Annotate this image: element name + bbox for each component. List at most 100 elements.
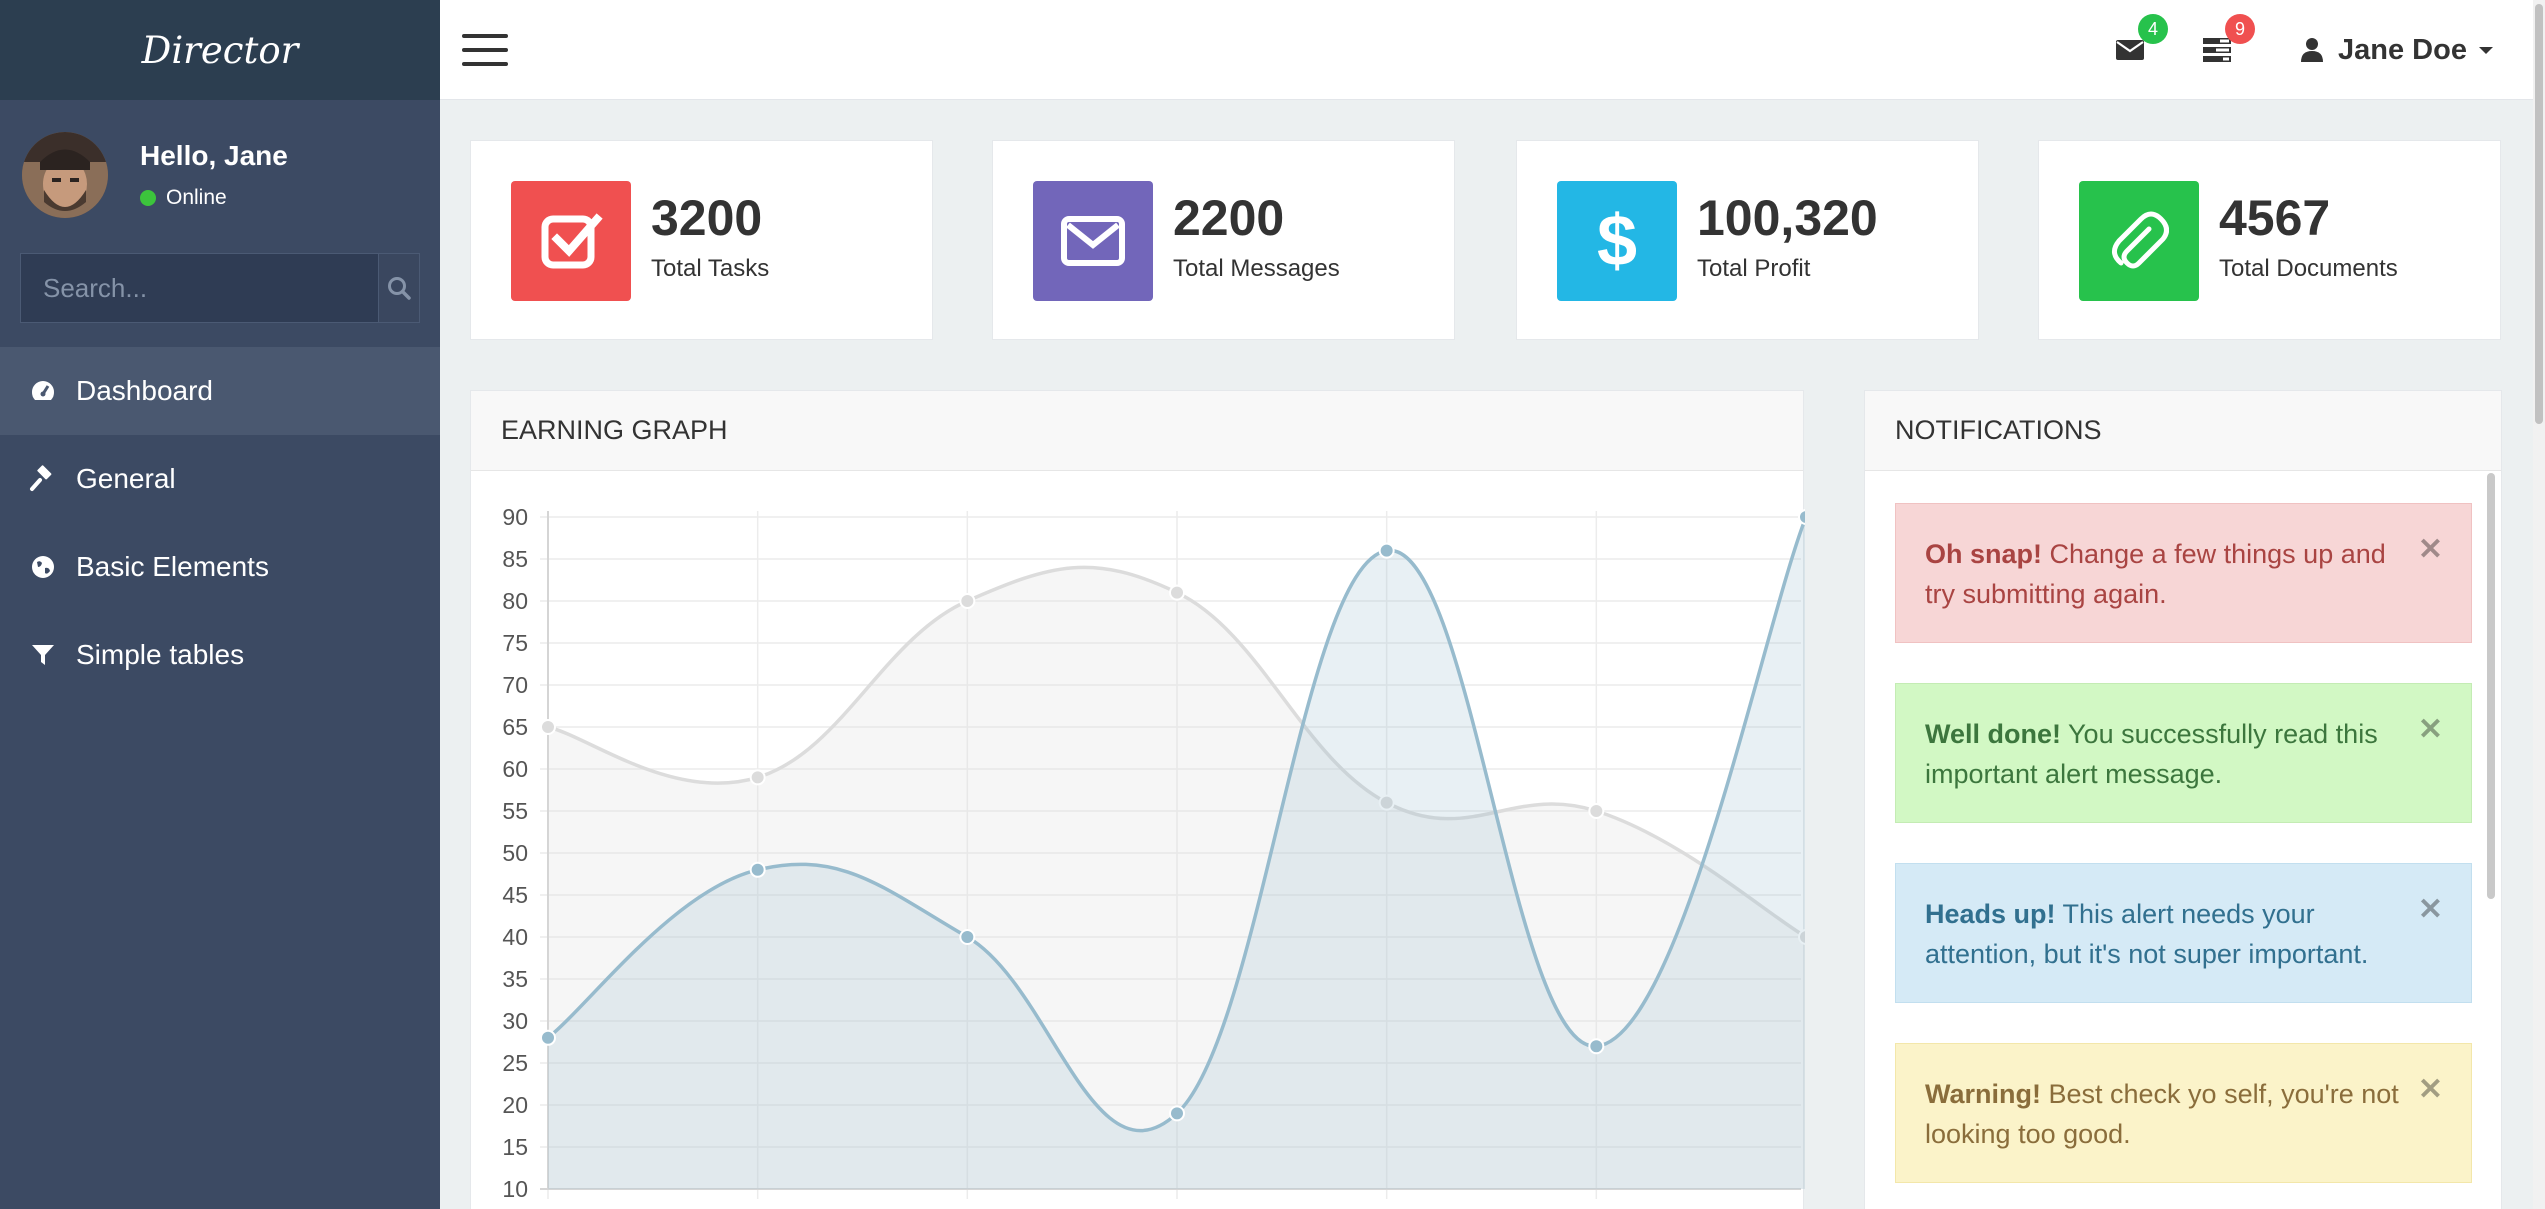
globe-icon bbox=[28, 552, 58, 582]
data-point bbox=[959, 929, 976, 945]
data-point bbox=[1798, 509, 1805, 525]
y-tick-label: 25 bbox=[502, 1050, 528, 1076]
dashboard-icon bbox=[28, 376, 58, 406]
messages-badge: 4 bbox=[2138, 14, 2168, 44]
y-tick-label: 70 bbox=[502, 672, 528, 698]
sidebar-nav: Dashboard General Basic Elements Simple … bbox=[0, 347, 440, 699]
brand-name: Director bbox=[141, 28, 299, 72]
messages-button[interactable]: 4 bbox=[2110, 14, 2168, 70]
panel-title: NOTIFICATIONS bbox=[1865, 391, 2501, 471]
online-status-icon bbox=[140, 190, 156, 206]
menu-toggle-button[interactable] bbox=[462, 34, 508, 66]
data-point bbox=[1169, 584, 1185, 601]
stat-icon-container bbox=[2079, 181, 2199, 301]
user-menu-dropdown[interactable]: Jane Doe bbox=[2300, 30, 2495, 70]
stat-value: 2200 bbox=[1173, 190, 1285, 246]
dollar-icon: $ bbox=[1597, 205, 1637, 277]
stat-box-total-tasks: 3200 Total Tasks bbox=[470, 140, 933, 340]
stat-box-total-documents: 4567 Total Documents bbox=[2038, 140, 2501, 340]
close-icon[interactable]: ✕ bbox=[2418, 530, 2443, 570]
data-point bbox=[959, 593, 976, 609]
tasks-button[interactable]: 9 bbox=[2197, 14, 2255, 70]
data-point bbox=[749, 861, 766, 878]
stat-label: Total Messages bbox=[1173, 255, 1340, 282]
sidebar-item-label: Simple tables bbox=[76, 639, 245, 670]
sidebar-item-basic-elements[interactable]: Basic Elements bbox=[0, 523, 440, 611]
tasks-badge: 9 bbox=[2225, 14, 2255, 44]
user-status: Online bbox=[140, 186, 288, 210]
sidebar-item-general[interactable]: General bbox=[0, 435, 440, 523]
search-input[interactable] bbox=[21, 254, 378, 322]
data-point bbox=[540, 1029, 556, 1046]
panel-title: EARNING GRAPH bbox=[471, 391, 1803, 471]
y-tick-label: 50 bbox=[502, 840, 528, 866]
y-tick-label: 85 bbox=[502, 546, 528, 572]
envelope-icon bbox=[1061, 216, 1125, 266]
close-icon[interactable]: ✕ bbox=[2418, 1070, 2443, 1110]
brand-logo[interactable]: Director bbox=[0, 0, 440, 100]
stat-label: Total Documents bbox=[2219, 255, 2398, 282]
user-status-label: Online bbox=[166, 186, 227, 209]
y-tick-label: 90 bbox=[502, 504, 528, 530]
alert-strong: Oh snap! bbox=[1925, 539, 2043, 569]
alert-danger: Oh snap! Change a few things up and try … bbox=[1895, 503, 2472, 643]
earning-graph-panel: EARNING GRAPH 10 15 20 25 30 35 40 45 50 55 60 65 70… bbox=[470, 390, 1805, 1209]
close-icon[interactable]: ✕ bbox=[2418, 890, 2443, 930]
stat-box-total-profit: $ 100,320 Total Profit bbox=[1516, 140, 1979, 340]
search-button[interactable] bbox=[378, 254, 419, 322]
y-tick-label: 35 bbox=[502, 966, 528, 992]
stat-box-total-messages: 2200 Total Messages bbox=[992, 140, 1455, 340]
envelope-icon bbox=[2116, 40, 2144, 60]
alert-strong: Well done! bbox=[1925, 719, 2062, 749]
earning-line-chart: 10 15 20 25 30 35 40 45 50 55 60 65 70 75 80 85 90 bbox=[502, 504, 1805, 1202]
alert-info: Heads up! This alert needs your attentio… bbox=[1895, 863, 2472, 1003]
data-point bbox=[1378, 542, 1395, 559]
notifications-panel: NOTIFICATIONS Oh snap! Change a few thin… bbox=[1864, 390, 2502, 1209]
y-tick-label: 65 bbox=[502, 714, 528, 740]
alert-strong: Heads up! bbox=[1925, 899, 2056, 929]
sidebar-item-simple-tables[interactable]: Simple tables bbox=[0, 611, 440, 699]
sidebar-item-dashboard[interactable]: Dashboard bbox=[0, 347, 440, 435]
sidebar-item-label: Dashboard bbox=[76, 375, 213, 406]
y-tick-label: 20 bbox=[502, 1092, 528, 1118]
filter-icon bbox=[28, 640, 58, 670]
search-icon bbox=[388, 277, 411, 300]
alert-success: Well done! You successfully read this im… bbox=[1895, 683, 2472, 823]
y-tick-label: 75 bbox=[502, 630, 528, 656]
avatar bbox=[22, 132, 108, 218]
data-point bbox=[749, 769, 766, 786]
sidebar-item-label: Basic Elements bbox=[76, 551, 269, 582]
y-tick-label: 40 bbox=[502, 924, 528, 950]
user-greeting: Hello, Jane bbox=[140, 140, 288, 171]
sidebar: Director Hello, Jane Online Search... Da… bbox=[0, 0, 440, 1209]
alert-strong: Warning! bbox=[1925, 1079, 2041, 1109]
stat-value: 4567 bbox=[2219, 190, 2331, 246]
sidebar-item-label: General bbox=[76, 463, 176, 494]
data-point bbox=[1588, 1038, 1605, 1055]
close-icon[interactable]: ✕ bbox=[2418, 710, 2443, 750]
page-scrollbar[interactable] bbox=[2533, 0, 2545, 1209]
tasks-icon bbox=[2203, 38, 2231, 62]
stat-icon-container bbox=[1033, 181, 1153, 301]
y-tick-label: 15 bbox=[502, 1134, 528, 1160]
y-tick-label: 80 bbox=[502, 588, 528, 614]
stat-value: 3200 bbox=[651, 190, 763, 246]
stat-icon-container bbox=[511, 181, 631, 301]
caret-down-icon bbox=[2478, 47, 2493, 54]
notifications-scrollbar[interactable] bbox=[2487, 473, 2495, 899]
y-tick-label: 30 bbox=[502, 1008, 528, 1034]
y-tick-label: 60 bbox=[502, 756, 528, 782]
check-square-icon bbox=[541, 213, 603, 269]
y-tick-label: 45 bbox=[502, 882, 528, 908]
user-panel: Hello, Jane Online bbox=[0, 100, 440, 250]
svg-text:$: $ bbox=[1597, 205, 1637, 277]
sidebar-search bbox=[20, 253, 420, 323]
user-menu-name: Jane Doe bbox=[2338, 33, 2467, 66]
gavel-icon bbox=[28, 464, 58, 494]
data-point bbox=[540, 719, 556, 735]
stat-label: Total Profit bbox=[1697, 255, 1811, 282]
topbar: 4 9 Jane Doe bbox=[440, 0, 2545, 100]
user-icon bbox=[2301, 38, 2323, 62]
stat-icon-container: $ bbox=[1557, 181, 1677, 301]
alert-warning: Warning! Best check yo self, you're not … bbox=[1895, 1043, 2472, 1183]
